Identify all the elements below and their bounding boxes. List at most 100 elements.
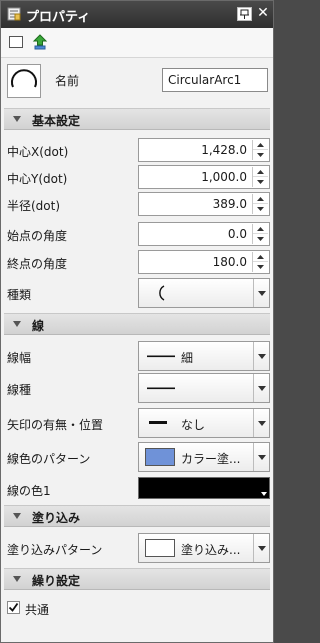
spin-down-button[interactable] [253,234,268,244]
spin-up-button[interactable] [253,140,268,150]
properties-icon [7,7,21,21]
spin-down-icon [257,265,264,269]
spin-down-button[interactable] [253,262,268,272]
spin-down-icon [257,180,264,184]
chevron-down-icon [257,385,266,391]
radius-value[interactable]: 389.0 [213,197,247,211]
spin-up-icon [257,254,264,259]
spin-down-icon [257,207,264,211]
properties-panel: プロパティ ✕ 名前 基本設定 [0,0,274,643]
spin-down-icon [257,237,264,241]
end-angle-label: 終点の角度 [7,257,68,271]
chevron-down-icon [257,420,266,426]
kind-dropdown[interactable] [138,278,270,308]
chevron-down-icon [257,290,266,296]
line-color1-row: 線の色1 [1,476,273,502]
center-y-input[interactable]: 1,000.0 [138,165,270,189]
arrow-dropdown-arrow[interactable] [253,409,269,437]
close-icon: ✕ [257,5,269,21]
pin-button[interactable] [237,7,252,21]
spin-down-button[interactable] [253,204,268,214]
spin-down-button[interactable] [253,177,268,187]
section-repeat-title: 繰り設定 [32,574,81,588]
up-arrow-icon[interactable] [32,34,48,50]
line-style-dropdown[interactable] [138,373,270,403]
checkmark-icon [8,602,19,612]
line-width-row: 線幅 細 [1,341,273,371]
start-angle-input[interactable]: 0.0 [138,222,270,246]
arrow-dropdown[interactable]: なし [138,408,270,438]
spin-up-icon [257,196,264,201]
center-y-value[interactable]: 1,000.0 [201,170,247,184]
spin-up-button[interactable] [253,224,268,234]
collapse-chevron-icon [13,513,21,519]
color-picker-corner-icon [261,492,267,496]
close-button[interactable]: ✕ [256,5,270,21]
pin-icon [240,9,249,19]
end-angle-row: 終点の角度 180.0 [1,249,273,275]
common-checkbox-label: 共通 [25,603,50,617]
fill-pattern-row: 塗り込みパターン 塗り込み... [1,533,273,563]
kind-label: 種類 [7,288,32,302]
radius-input[interactable]: 389.0 [138,192,270,216]
line-pattern-row: 線色のパターン カラー塗... [1,442,273,472]
window-title: プロパティ [26,10,91,25]
spin-up-button[interactable] [253,252,268,262]
arc-kind-icon [159,285,165,301]
fill-pattern-dropdown[interactable]: 塗り込み... [138,533,270,563]
arrow-row: 矢印の有無・位置 なし [1,408,273,438]
shape-preview [7,64,41,98]
collapse-chevron-icon [13,116,21,122]
line-pattern-dropdown[interactable]: カラー塗... [138,442,270,472]
line-style-row: 線種 [1,373,273,403]
fill-pattern-label: 塗り込みパターン [7,543,103,557]
common-checkbox[interactable] [7,601,20,614]
center-x-value[interactable]: 1,428.0 [201,143,247,157]
arc-preview-icon [11,69,37,88]
collapse-chevron-icon [13,576,21,582]
line-width-dropdown-arrow[interactable] [253,342,269,370]
kind-dropdown-arrow[interactable] [253,279,269,307]
section-repeat[interactable]: 繰り設定 [4,568,270,590]
spin-up-icon [257,142,264,147]
section-fill[interactable]: 塗り込み [4,505,270,527]
spin-down-icon [257,153,264,157]
spin-down-button[interactable] [253,150,268,160]
spin-up-button[interactable] [253,167,268,177]
end-angle-value[interactable]: 180.0 [213,255,247,269]
section-basic[interactable]: 基本設定 [4,108,270,130]
kind-row: 種類 [1,278,273,308]
spin-up-icon [257,226,264,231]
line-color1-picker[interactable] [138,477,270,499]
start-angle-value[interactable]: 0.0 [228,227,247,241]
name-label: 名前 [55,74,80,88]
line-width-value: 細 [181,351,194,365]
line-style-dropdown-arrow[interactable] [253,374,269,402]
line-pattern-value: カラー塗... [181,452,241,466]
center-x-label: 中心X(dot) [7,145,69,159]
chevron-down-icon [257,545,266,551]
section-fill-title: 塗り込み [32,511,81,525]
section-line[interactable]: 線 [4,313,270,335]
title-bar[interactable]: プロパティ ✕ [1,1,273,28]
center-x-input[interactable]: 1,428.0 [138,138,270,162]
center-y-row: 中心Y(dot) 1,000.0 [1,164,273,190]
toolbar [1,28,273,58]
line-width-label: 線幅 [7,351,32,365]
chevron-down-icon [257,454,266,460]
line-pattern-label: 線色のパターン [7,452,91,466]
collapse-chevron-icon [13,321,21,327]
spin-up-button[interactable] [253,194,268,204]
fill-pattern-dropdown-arrow[interactable] [253,534,269,562]
end-angle-input[interactable]: 180.0 [138,250,270,274]
solid-line-icon [147,387,175,390]
spin-up-icon [257,169,264,174]
radius-label: 半径(dot) [7,199,61,213]
fill-pattern-value: 塗り込み... [181,543,241,557]
line-pattern-dropdown-arrow[interactable] [253,443,269,471]
new-blank-icon[interactable] [8,34,24,50]
start-angle-label: 始点の角度 [7,229,68,243]
name-input[interactable] [162,68,268,92]
thin-line-icon [147,355,175,358]
line-width-dropdown[interactable]: 細 [138,341,270,371]
